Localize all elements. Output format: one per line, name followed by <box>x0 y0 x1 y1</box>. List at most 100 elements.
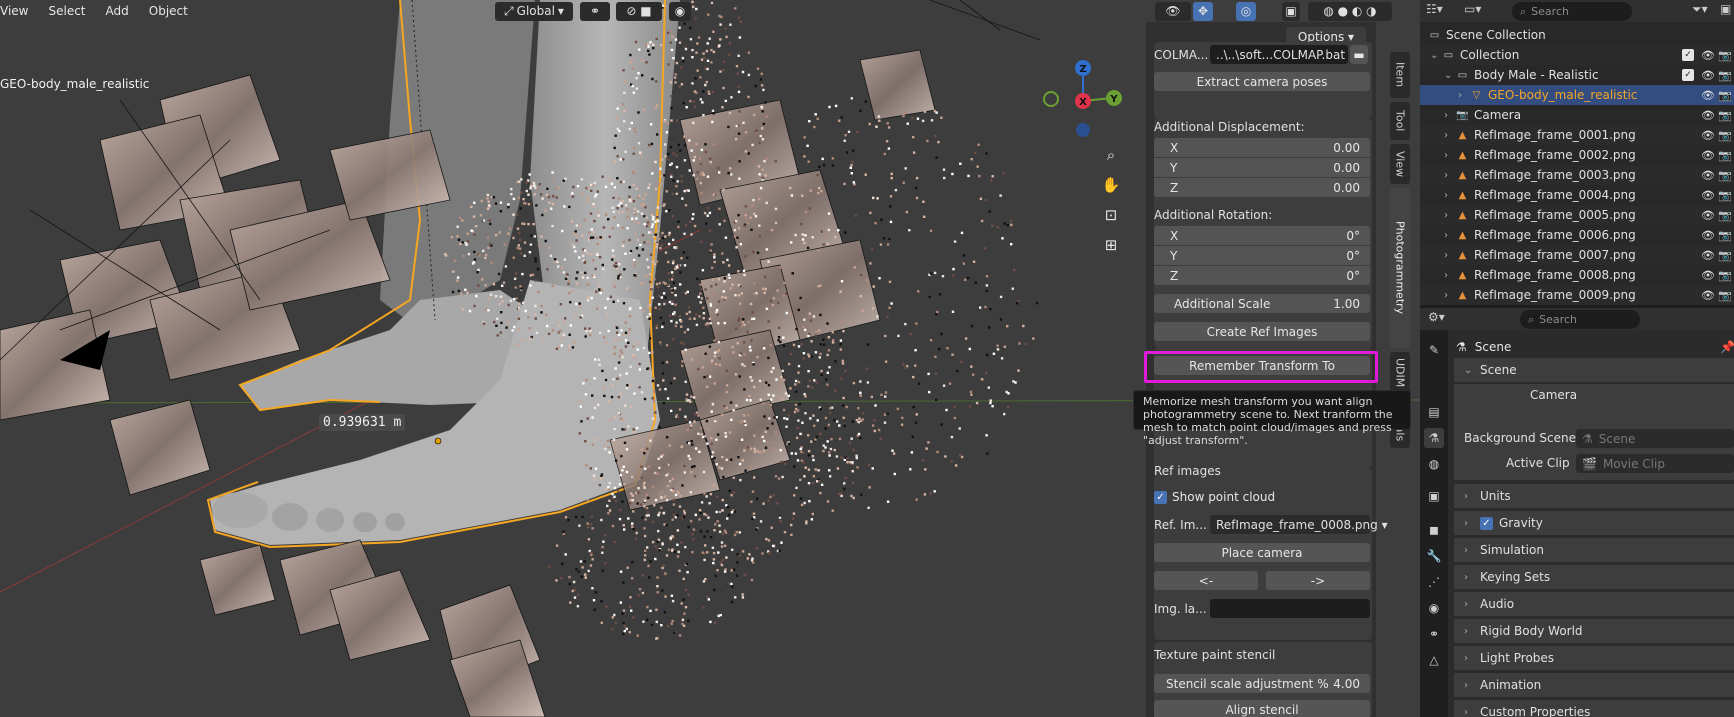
panel-custom-properties[interactable]: › Custom Properties <box>1454 700 1734 717</box>
collection-tab-icon[interactable]: ▣ <box>1424 486 1444 506</box>
properties-editor-icon[interactable]: ⚙▾ <box>1428 310 1445 324</box>
exclude-checkbox[interactable]: ✓ <box>1682 49 1694 61</box>
panel-light-probes[interactable]: › Light Probes <box>1454 646 1734 671</box>
eye-icon[interactable]: 👁 <box>1701 69 1715 82</box>
render-camera-icon[interactable]: 📷 <box>1718 109 1732 122</box>
menu-select[interactable]: Select <box>38 0 95 22</box>
constraints-tab-icon[interactable]: ⚭ <box>1424 624 1444 644</box>
panel-rigid-body-world[interactable]: › Rigid Body World <box>1454 619 1734 644</box>
outliner-row[interactable]: › ▲ RefImage_frame_0004.png 👁 📷 <box>1420 185 1734 205</box>
chevron-right-icon[interactable]: › <box>1444 190 1448 201</box>
render-camera-icon[interactable]: 📷 <box>1718 189 1732 202</box>
eye-icon[interactable]: 👁 <box>1701 209 1715 222</box>
visibility-dropdown[interactable]: 👁 <box>1155 2 1191 21</box>
stencil-scale-field[interactable]: Stencil scale adjustment % 4.00 <box>1154 674 1370 693</box>
place-camera-button[interactable]: Place camera <box>1154 543 1370 562</box>
object-tab-icon[interactable]: ◼ <box>1424 520 1444 540</box>
render-camera-icon[interactable]: 📷 <box>1718 209 1732 222</box>
particles-tab-icon[interactable]: ⋰ <box>1424 572 1444 592</box>
panel-animation[interactable]: › Animation <box>1454 673 1734 698</box>
previous-image-button[interactable]: <- <box>1154 571 1258 590</box>
outliner-row[interactable]: › ▲ RefImage_frame_0002.png 👁 📷 <box>1420 145 1734 165</box>
chevron-down-icon[interactable]: ⌄ <box>1444 70 1452 81</box>
file-browse-icon[interactable]: ▬ <box>1350 45 1368 64</box>
rotation-x-field[interactable]: X 0° <box>1154 226 1370 245</box>
tool-tab-icon[interactable]: ✎ <box>1424 340 1444 360</box>
render-camera-icon[interactable]: 📷 <box>1718 69 1732 82</box>
panel-audio[interactable]: › Audio <box>1454 592 1734 617</box>
exclude-checkbox[interactable]: ✓ <box>1682 69 1694 81</box>
eye-icon[interactable]: 👁 <box>1701 269 1715 282</box>
outliner-row[interactable]: ▭ Scene Collection <box>1420 25 1734 45</box>
outliner-row[interactable]: › ▲ RefImage_frame_0005.png 👁 📷 <box>1420 205 1734 225</box>
render-camera-icon[interactable]: 📷 <box>1718 289 1732 302</box>
world-tab-icon[interactable]: ◍ <box>1424 454 1444 474</box>
render-camera-icon[interactable]: 📷 <box>1718 229 1732 242</box>
outliner-row[interactable]: › ▲ RefImage_frame_0007.png 👁 📷 <box>1420 245 1734 265</box>
render-camera-icon[interactable]: 📷 <box>1718 149 1732 162</box>
eye-icon[interactable]: 👁 <box>1701 189 1715 202</box>
menu-object[interactable]: Object <box>139 0 198 22</box>
menu-add[interactable]: Add <box>96 0 139 22</box>
displacement-z-field[interactable]: Z 0.00 <box>1154 178 1370 197</box>
hand-pan-icon[interactable]: ✋ <box>1098 172 1124 198</box>
eye-icon[interactable]: 👁 <box>1701 49 1715 62</box>
eye-icon[interactable]: 👁 <box>1701 89 1715 102</box>
render-camera-icon[interactable]: 📷 <box>1718 49 1732 62</box>
chevron-right-icon[interactable]: › <box>1444 170 1448 181</box>
outliner-row[interactable]: › ▲ RefImage_frame_0001.png 👁 📷 <box>1420 125 1734 145</box>
outliner-row[interactable]: › ▲ RefImage_frame_0003.png 👁 📷 <box>1420 165 1734 185</box>
ref-image-dropdown[interactable]: RefImage_frame_0008.png ▾ <box>1210 515 1388 534</box>
navigation-gizmo[interactable]: Z Y X <box>1036 58 1126 148</box>
eye-icon[interactable]: 👁 <box>1701 289 1715 302</box>
eye-icon[interactable]: 👁 <box>1701 249 1715 262</box>
panel-simulation[interactable]: › Simulation <box>1454 538 1734 563</box>
shading-modes[interactable]: ◍ ● ◐ ◑ <box>1308 2 1392 21</box>
chevron-right-icon[interactable]: › <box>1444 210 1448 221</box>
chevron-right-icon[interactable]: › <box>1458 90 1462 101</box>
eye-icon[interactable]: 👁 <box>1701 129 1715 142</box>
proportional-edit-toggle[interactable]: ◉ <box>669 2 691 21</box>
render-camera-icon[interactable]: 📷 <box>1718 249 1732 262</box>
chevron-right-icon[interactable]: › <box>1444 230 1448 241</box>
pin-icon[interactable]: 📌 <box>1720 340 1734 354</box>
rotation-z-field[interactable]: Z 0° <box>1154 266 1370 285</box>
snap-toggle[interactable]: ⊘ ■ <box>616 2 662 21</box>
eye-icon[interactable]: 👁 <box>1701 149 1715 162</box>
xray-toggle[interactable]: ▣ <box>1282 2 1300 21</box>
active-clip-field[interactable]: 🎬 Movie Clip <box>1576 454 1734 473</box>
outliner-row[interactable]: › ▲ RefImage_frame_0008.png 👁 📷 <box>1420 265 1734 285</box>
eye-icon[interactable]: 👁 <box>1701 229 1715 242</box>
panel-scene[interactable]: ⌄ Scene <box>1454 358 1734 383</box>
view-layer-tab-icon[interactable]: ▤ <box>1424 402 1444 422</box>
filter-icon[interactable]: ⏷▾ <box>1692 2 1708 17</box>
chevron-right-icon[interactable]: › <box>1444 150 1448 161</box>
show-point-cloud-checkbox[interactable]: ✓ Show point cloud <box>1154 490 1275 504</box>
displacement-x-field[interactable]: X 0.00 <box>1154 138 1370 157</box>
eye-icon[interactable]: 👁 <box>1701 109 1715 122</box>
new-collection-icon[interactable]: ▣ <box>1720 2 1731 16</box>
chevron-right-icon[interactable]: › <box>1444 130 1448 141</box>
panel-gravity[interactable]: › ✓ Gravity <box>1454 511 1734 536</box>
tab-item[interactable]: Item <box>1390 52 1410 98</box>
properties-search-input[interactable]: ⌕ Search <box>1520 310 1640 329</box>
gravity-checkbox[interactable]: ✓ <box>1480 516 1493 530</box>
outliner-row[interactable]: › 📷 Camera 👁 📷 <box>1420 105 1734 125</box>
render-camera-icon[interactable]: 📷 <box>1718 129 1732 142</box>
camera-view-icon[interactable]: ⊡ <box>1098 202 1124 228</box>
tab-photogrammetry[interactable]: Photogrammetry <box>1390 188 1410 348</box>
tab-tool[interactable]: Tool <box>1390 102 1410 140</box>
chevron-down-icon[interactable]: ⌄ <box>1430 50 1438 61</box>
chevron-right-icon[interactable]: › <box>1444 250 1448 261</box>
zoom-icon[interactable]: ⌕ <box>1098 142 1124 168</box>
outliner-row[interactable]: ⌄ ▭ Collection ✓ 👁 📷 <box>1420 45 1734 65</box>
transform-orientation-dropdown[interactable]: ⤢ Global ▾ <box>495 2 573 21</box>
tab-view[interactable]: View <box>1390 144 1410 184</box>
physics-tab-icon[interactable]: ◉ <box>1424 598 1444 618</box>
colmap-path-field[interactable]: ..\..\soft...COLMAP.bat <box>1210 45 1348 64</box>
rotation-y-field[interactable]: Y 0° <box>1154 246 1370 265</box>
outliner-row[interactable]: › ▲ RefImage_frame_0009.png 👁 📷 <box>1420 285 1734 305</box>
outliner-search-input[interactable]: ⌕ Search <box>1512 2 1632 21</box>
display-mode-icon[interactable]: ▭▾ <box>1464 2 1481 16</box>
background-scene-field[interactable]: ⚗ Scene <box>1576 429 1734 448</box>
